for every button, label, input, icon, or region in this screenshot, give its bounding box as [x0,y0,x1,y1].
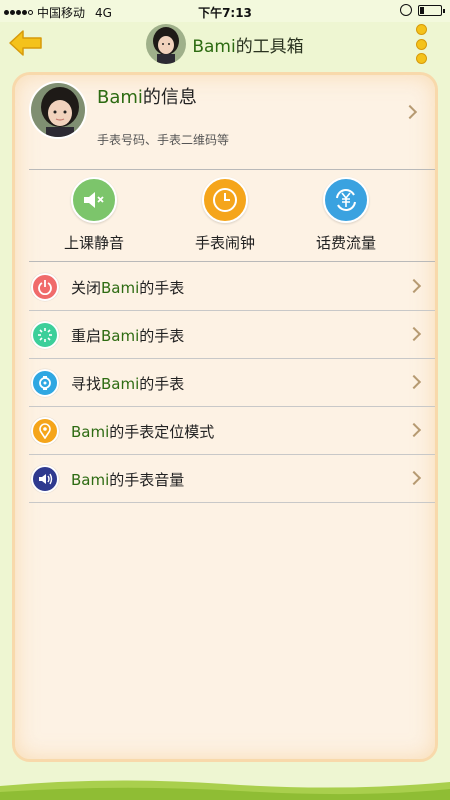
menu-item-location-mode[interactable]: Bami的手表定位模式 [29,407,435,455]
page-title: Bami的工具箱 [192,36,304,57]
power-icon [31,273,59,301]
profile-avatar [29,81,87,139]
quick-action-mute[interactable]: 上课静音 [39,177,149,253]
quick-action-billing[interactable]: 话费流量 [291,177,401,253]
grass-decoration [0,780,450,800]
location-icon [31,417,59,445]
yuan-refresh-icon [323,177,369,223]
mute-icon [71,177,117,223]
status-bar: 中国移动 4G 下午7:13 [0,0,450,22]
divider [29,502,435,503]
title-group: Bami的工具箱 [0,24,450,64]
profile-row[interactable]: Bami的信息 手表号码、手表二维码等 [15,75,435,167]
profile-title: Bami的信息 [97,87,197,108]
quick-action-label: 手表闹钟 [194,234,255,252]
header: Bami的工具箱 [0,22,450,68]
divider [29,261,435,262]
chevron-right-icon [406,422,422,438]
menu-item-label: 重启Bami的手表 [71,327,185,345]
menu-item-label: Bami的手表音量 [71,471,185,489]
menu-item-label: 关闭Bami的手表 [71,279,185,297]
status-right [400,4,445,16]
battery-icon [418,4,445,16]
menu-item-label: Bami的手表定位模式 [71,423,215,441]
volume-icon [31,465,59,493]
chevron-right-icon [406,278,422,294]
chevron-right-icon [406,470,422,486]
more-menu-button[interactable] [414,24,428,64]
chevron-right-icon [406,326,422,342]
chevron-right-icon [406,374,422,390]
menu-item-shutdown[interactable]: 关闭Bami的手表 [29,263,435,311]
chevron-right-icon [402,104,418,120]
alarm-clock-icon [202,177,248,223]
find-watch-icon [31,369,59,397]
profile-subtitle: 手表号码、手表二维码等 [97,133,230,147]
toolbox-card: Bami的信息 手表号码、手表二维码等 上课静音 手表闹钟 话费流量 关闭Bam… [12,72,438,762]
restart-icon [31,321,59,349]
menu-item-volume[interactable]: Bami的手表音量 [29,455,435,503]
quick-action-alarm[interactable]: 手表闹钟 [170,177,280,253]
menu-item-find[interactable]: 寻找Bami的手表 [29,359,435,407]
quick-actions: 上课静音 手表闹钟 话费流量 [15,177,435,257]
quick-action-label: 上课静音 [63,234,124,252]
more-vertical-icon [415,24,427,35]
rotation-lock-icon [400,4,412,16]
divider [29,169,435,170]
menu-item-label: 寻找Bami的手表 [71,375,185,393]
menu-item-restart[interactable]: 重启Bami的手表 [29,311,435,359]
quick-action-label: 话费流量 [315,234,376,252]
status-time: 下午7:13 [198,6,252,20]
avatar [146,24,187,64]
